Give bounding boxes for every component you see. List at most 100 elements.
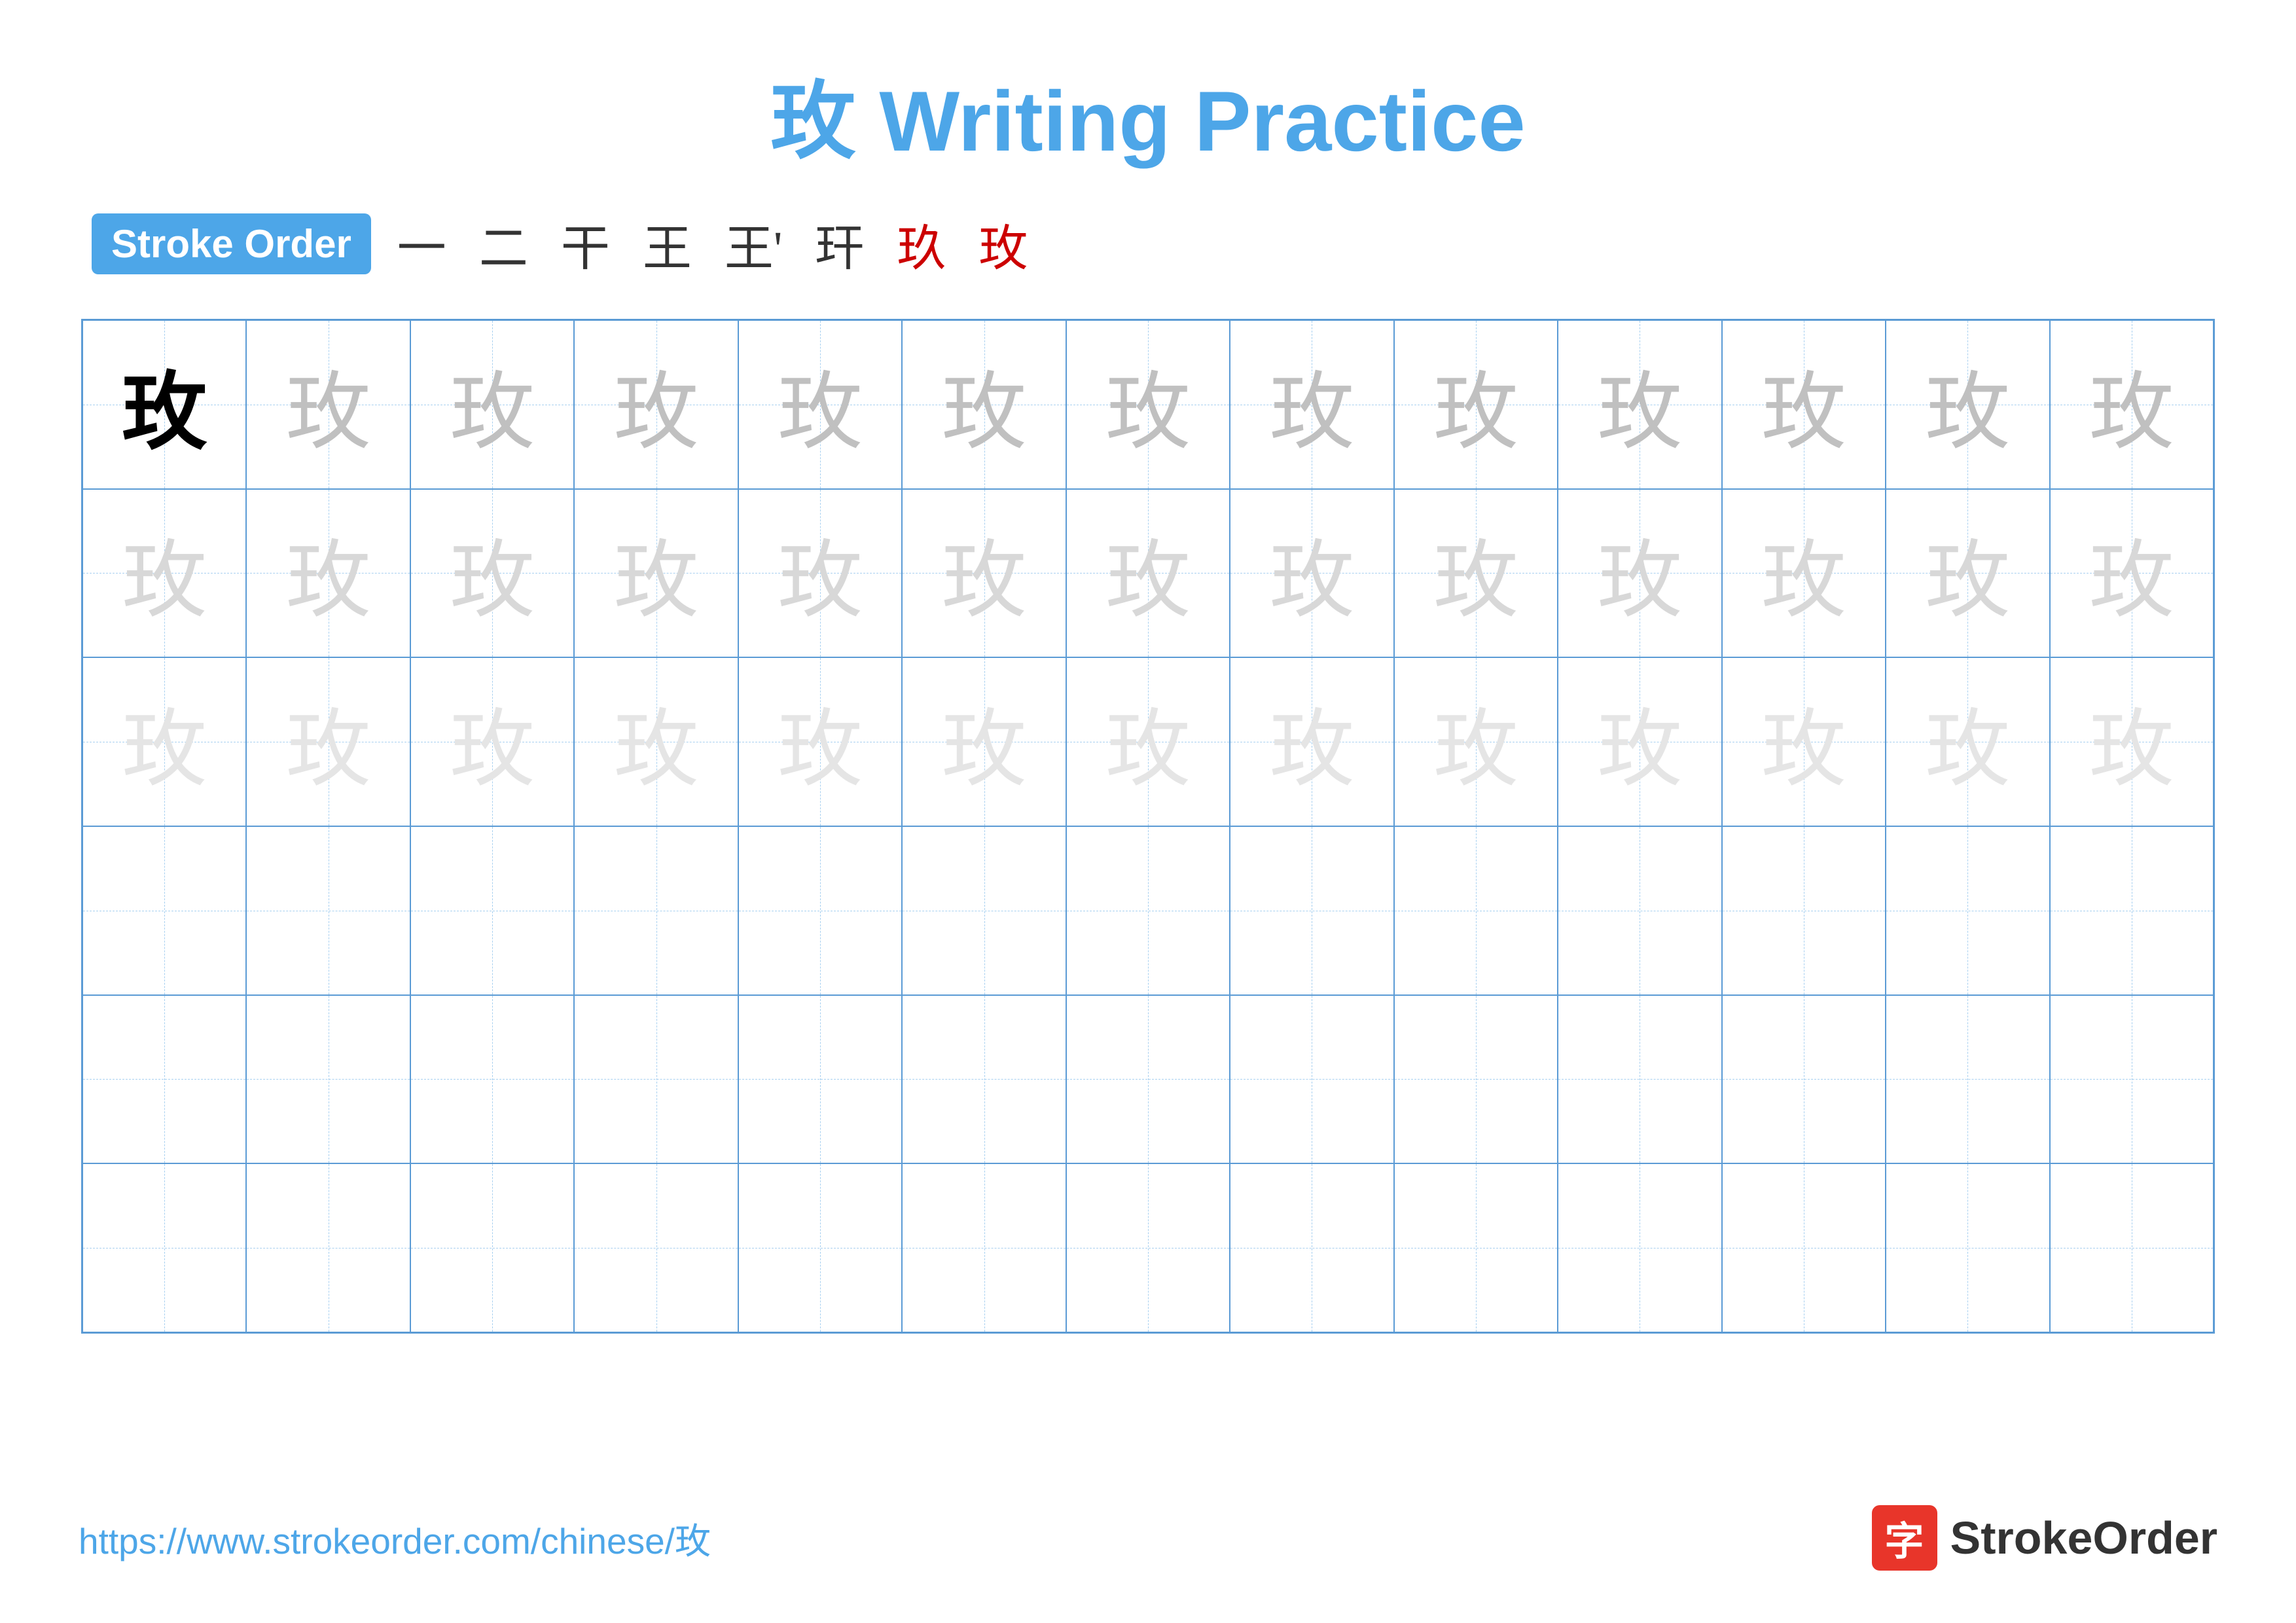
grid-cell[interactable]: 玫: [902, 320, 1066, 489]
grid-cell[interactable]: 玫: [1230, 657, 1393, 826]
grid-cell[interactable]: 玫: [1066, 489, 1230, 658]
grid-cell[interactable]: [1722, 826, 1886, 995]
grid-cell[interactable]: [82, 826, 246, 995]
grid-cell[interactable]: [1230, 995, 1393, 1164]
grid-cell[interactable]: [1722, 995, 1886, 1164]
grid-cell[interactable]: [1066, 826, 1230, 995]
grid-cell[interactable]: [902, 826, 1066, 995]
stroke-step-8: 玫: [978, 208, 1028, 280]
grid-cell[interactable]: 玫: [1066, 657, 1230, 826]
grid-cell[interactable]: [82, 995, 246, 1164]
cell-character: 玫: [1925, 680, 2010, 803]
stroke-step-4: 王: [643, 208, 692, 280]
cell-character: 玫: [1597, 511, 1682, 634]
grid-cell[interactable]: [82, 1163, 246, 1332]
stroke-step-2: 二: [479, 208, 528, 280]
grid-cell[interactable]: [1558, 826, 1721, 995]
grid-cell[interactable]: [1230, 1163, 1393, 1332]
grid-cell[interactable]: [410, 995, 574, 1164]
grid-cell[interactable]: [1886, 826, 2049, 995]
grid-cell[interactable]: 玫: [1722, 320, 1886, 489]
grid-cell[interactable]: 玫: [82, 489, 246, 658]
cell-character: 玫: [450, 680, 535, 803]
grid-cell[interactable]: [1558, 1163, 1721, 1332]
cell-character: 玫: [1433, 511, 1518, 634]
grid-cell[interactable]: [738, 826, 902, 995]
grid-cell[interactable]: 玫: [2050, 489, 2214, 658]
cell-character: 玫: [122, 511, 207, 634]
grid-cell[interactable]: [1066, 1163, 1230, 1332]
grid-cell[interactable]: [574, 995, 738, 1164]
grid-cell[interactable]: [574, 826, 738, 995]
grid-cell[interactable]: 玫: [410, 320, 574, 489]
grid-cell[interactable]: 玫: [902, 489, 1066, 658]
grid-cell[interactable]: 玫: [82, 657, 246, 826]
grid-cell[interactable]: 玫: [574, 320, 738, 489]
grid-cell[interactable]: [2050, 1163, 2214, 1332]
grid-cell[interactable]: 玫: [1394, 320, 1558, 489]
grid-cell[interactable]: [1230, 826, 1393, 995]
grid-cell[interactable]: 玫: [574, 489, 738, 658]
cell-character: 玫: [2089, 343, 2174, 466]
grid-cell[interactable]: [410, 1163, 574, 1332]
footer-url: https://www.strokeorder.com/chinese/玫: [79, 1512, 711, 1564]
grid-cell[interactable]: 玫: [246, 489, 410, 658]
grid-cell[interactable]: [574, 1163, 738, 1332]
logo-icon: 字: [1872, 1505, 1937, 1571]
page-title: 玫 Writing Practice: [770, 52, 1525, 175]
grid-cell[interactable]: [246, 1163, 410, 1332]
grid-cell[interactable]: 玫: [1558, 657, 1721, 826]
grid-cell[interactable]: 玫: [1722, 489, 1886, 658]
grid-cell[interactable]: [1066, 995, 1230, 1164]
grid-cell[interactable]: 玫: [902, 657, 1066, 826]
grid-cell[interactable]: 玫: [574, 657, 738, 826]
grid-cell[interactable]: [2050, 995, 2214, 1164]
grid-cell[interactable]: [1394, 826, 1558, 995]
cell-character: 玫: [1269, 511, 1354, 634]
grid-cell[interactable]: [410, 826, 574, 995]
grid-cell[interactable]: 玫: [2050, 657, 2214, 826]
cell-character: 玫: [1925, 511, 2010, 634]
grid-cell[interactable]: [2050, 826, 2214, 995]
grid-cell[interactable]: [1394, 995, 1558, 1164]
grid-cell[interactable]: 玫: [1394, 489, 1558, 658]
cell-character: 玫: [1269, 343, 1354, 466]
grid-cell[interactable]: [1886, 1163, 2049, 1332]
grid-cell[interactable]: [738, 995, 902, 1164]
cell-character: 玫: [1761, 343, 1846, 466]
grid-cell[interactable]: 玫: [1558, 320, 1721, 489]
grid-cell[interactable]: [1886, 995, 2049, 1164]
grid-cell[interactable]: [246, 995, 410, 1164]
grid-cell[interactable]: 玫: [738, 320, 902, 489]
grid-cell[interactable]: [246, 826, 410, 995]
grid-cell[interactable]: 玫: [1230, 320, 1393, 489]
grid-cell[interactable]: 玫: [738, 657, 902, 826]
grid-cell[interactable]: [1394, 1163, 1558, 1332]
page: 玫 Writing Practice Stroke Order 一 二 干 王 …: [0, 0, 2296, 1623]
cell-character: 玫: [1761, 511, 1846, 634]
grid-cell[interactable]: 玫: [1066, 320, 1230, 489]
grid-cell[interactable]: 玫: [1886, 657, 2049, 826]
grid-cell[interactable]: 玫: [410, 489, 574, 658]
grid-cell[interactable]: 玫: [82, 320, 246, 489]
grid-cell[interactable]: [1722, 1163, 1886, 1332]
grid-cell[interactable]: 玫: [738, 489, 902, 658]
practice-grid: 玫玫玫玫玫玫玫玫玫玫玫玫玫玫玫玫玫玫玫玫玫玫玫玫玫玫玫玫玫玫玫玫玫玫玫玫玫玫玫: [81, 319, 2215, 1334]
stroke-order-row: Stroke Order 一 二 干 王 王' 玕 玖 玫: [79, 208, 1028, 280]
grid-cell[interactable]: [902, 1163, 1066, 1332]
grid-cell[interactable]: 玫: [410, 657, 574, 826]
grid-cell[interactable]: [902, 995, 1066, 1164]
grid-cell[interactable]: [738, 1163, 902, 1332]
grid-cell[interactable]: 玫: [1230, 489, 1393, 658]
grid-cell[interactable]: 玫: [1886, 320, 2049, 489]
grid-cell[interactable]: [1558, 995, 1721, 1164]
grid-cell[interactable]: 玫: [2050, 320, 2214, 489]
grid-cell[interactable]: 玫: [1558, 489, 1721, 658]
grid-cell[interactable]: 玫: [246, 657, 410, 826]
grid-cell[interactable]: 玫: [246, 320, 410, 489]
cell-character: 玫: [1105, 511, 1191, 634]
grid-cell[interactable]: 玫: [1886, 489, 2049, 658]
stroke-step-5: 王': [725, 208, 783, 280]
grid-cell[interactable]: 玫: [1722, 657, 1886, 826]
grid-cell[interactable]: 玫: [1394, 657, 1558, 826]
